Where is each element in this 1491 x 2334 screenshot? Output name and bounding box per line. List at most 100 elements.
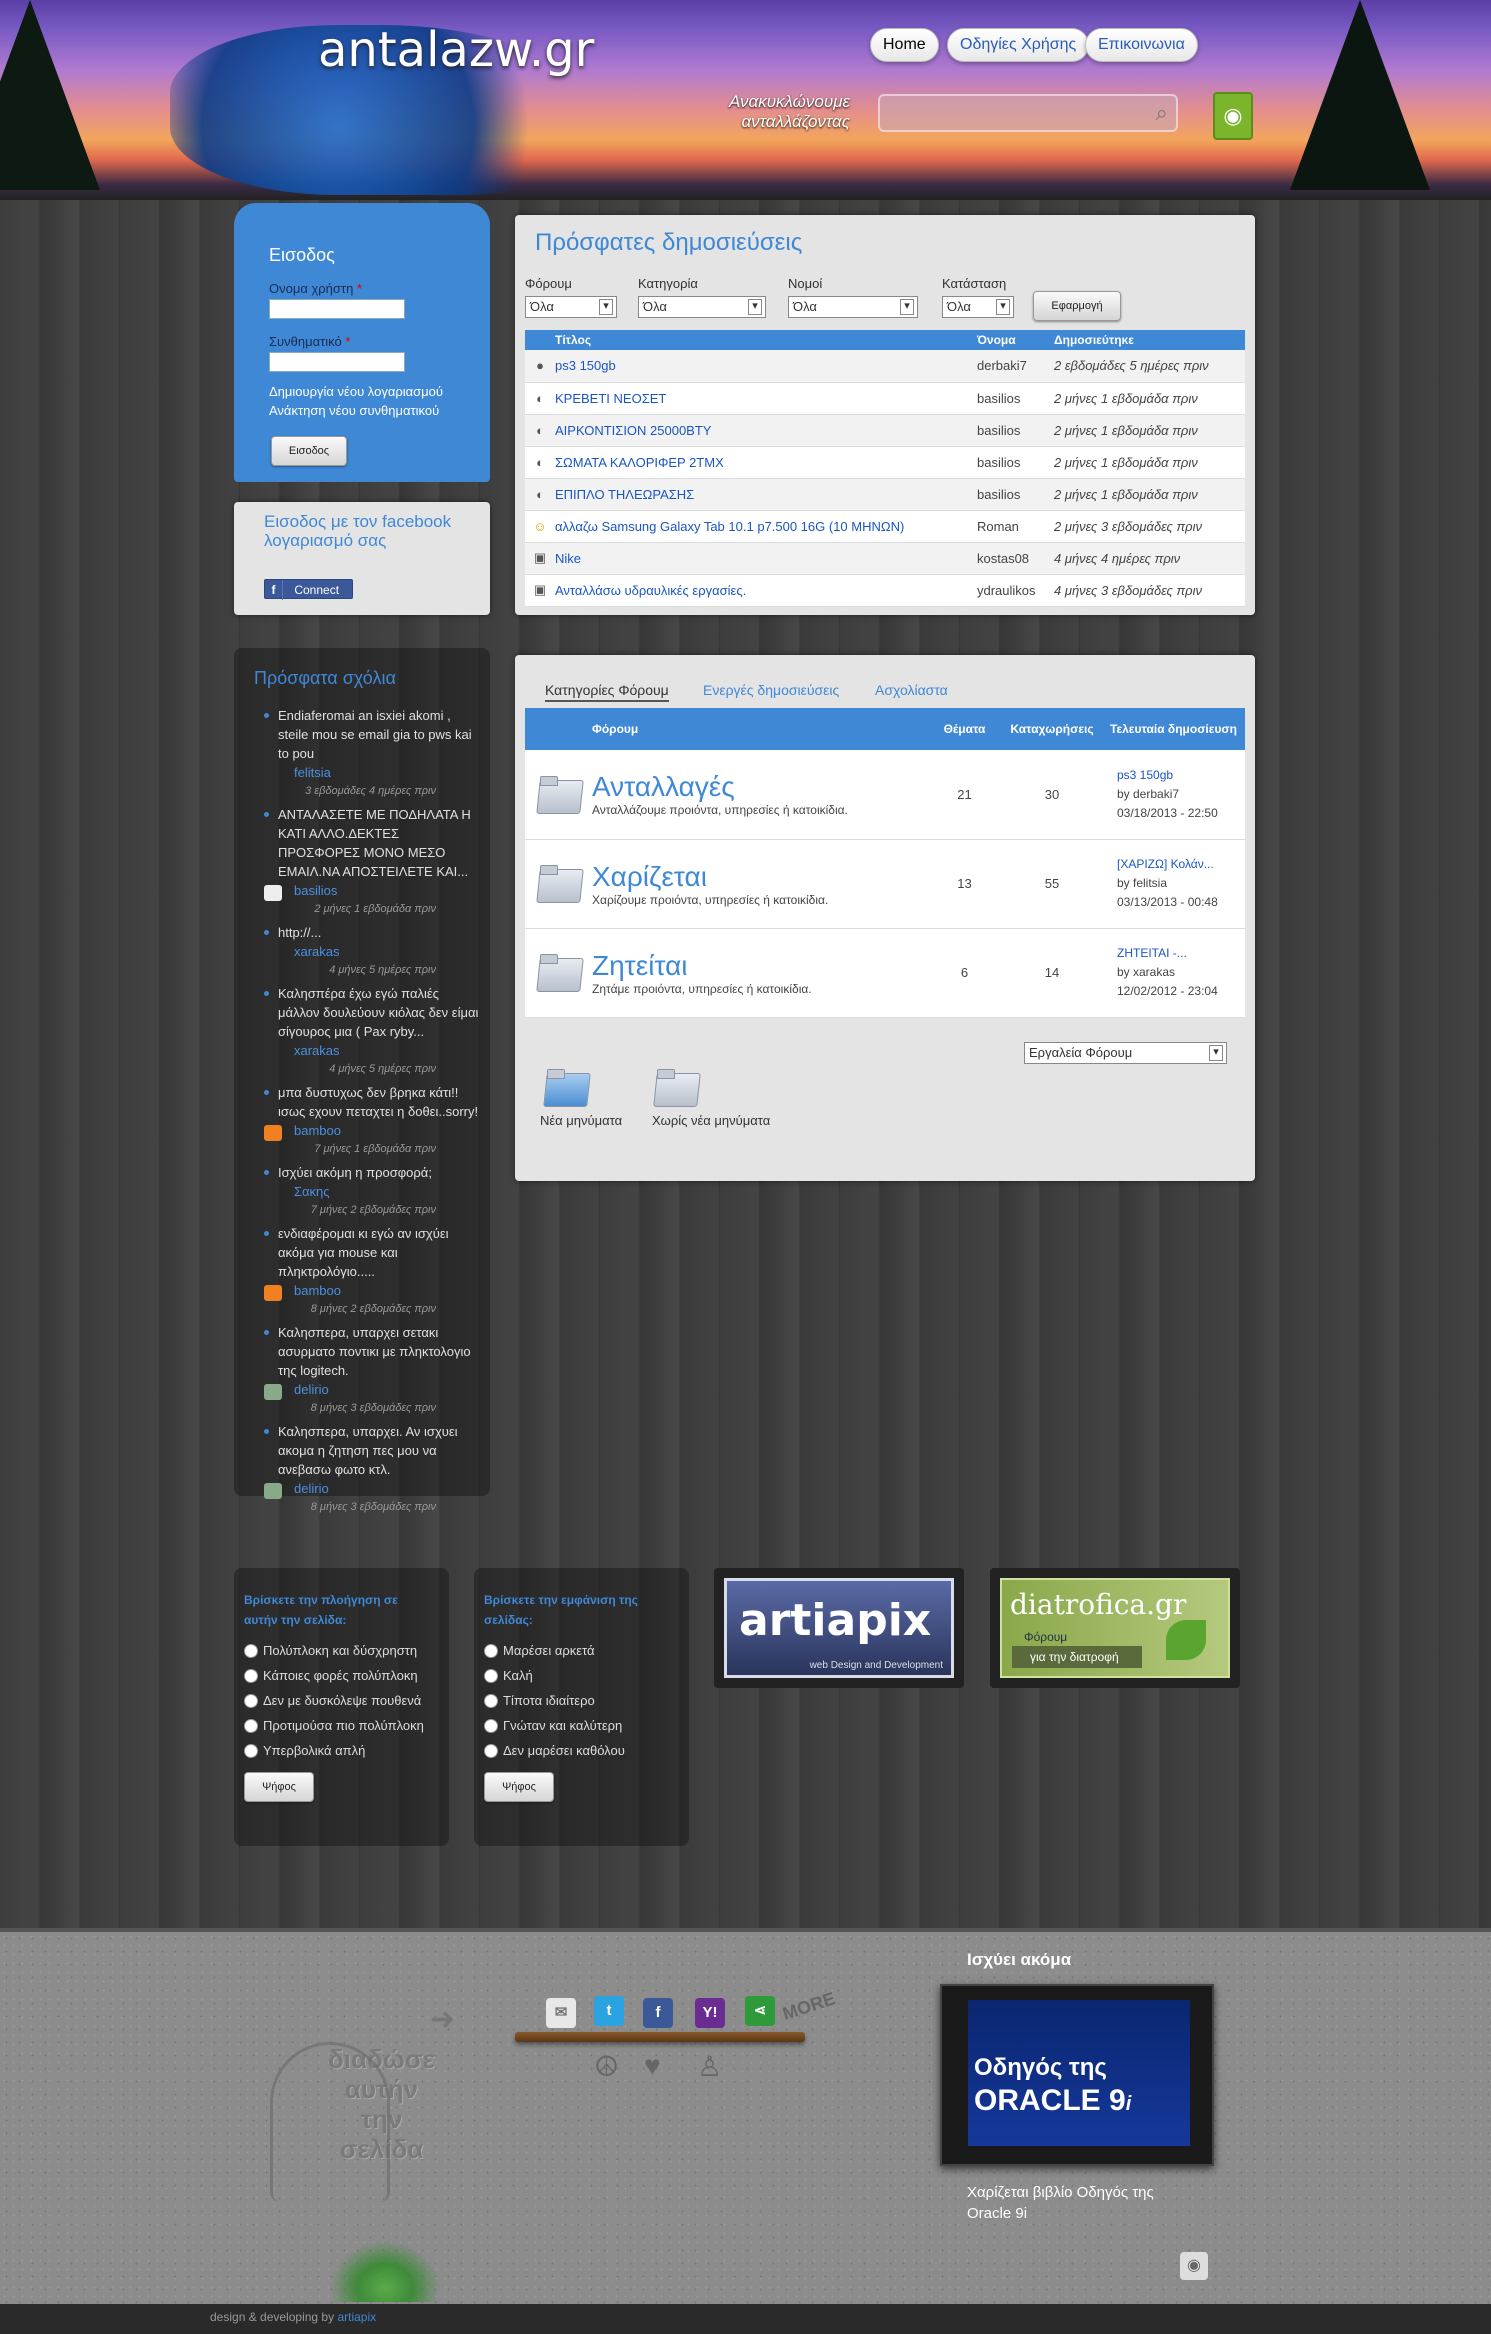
- share-icon[interactable]: ⋖: [745, 1996, 775, 2026]
- nav-guide[interactable]: Οδηγίες Χρήσης: [947, 28, 1090, 62]
- comment-author-name[interactable]: Σακης: [294, 1184, 330, 1199]
- last-post-link[interactable]: [ΧΑΡΙΖΩ] Κολάν...: [1117, 855, 1245, 874]
- post-author[interactable]: basilios: [977, 446, 1054, 479]
- comment-author[interactable]: xarakas: [264, 1043, 480, 1063]
- comment-author-name[interactable]: xarakas: [294, 1043, 340, 1058]
- comment-text[interactable]: Καλησπερα, υπαρχει σετακι ασυρματο ποντι…: [264, 1323, 480, 1380]
- column-last-post[interactable]: Τελευταία δημοσίευση: [1102, 708, 1245, 750]
- poll-option[interactable]: Δεν μαρέσει καθόλου: [484, 1738, 625, 1763]
- post-title-link[interactable]: Ανταλλάσω υδραυλικές εργασίες.: [555, 574, 977, 607]
- email-share-icon[interactable]: ✉: [546, 1998, 576, 2028]
- credits-link[interactable]: artiapix: [337, 2310, 376, 2324]
- featured-frame[interactable]: Οδηγός της ORACLE 9i: [940, 1984, 1214, 2166]
- forum-tools-select[interactable]: Εργαλεία Φόρουμ: [1024, 1042, 1227, 1064]
- search-icon[interactable]: ⌕: [1156, 100, 1168, 126]
- poll-appearance-vote-button[interactable]: Ψήφος: [484, 1772, 554, 1802]
- forum-name-link[interactable]: Ζητείται: [592, 950, 927, 982]
- last-post-link[interactable]: ΖΗΤΕΙΤΑΙ -...: [1117, 944, 1245, 963]
- radio-button[interactable]: [484, 1718, 498, 1733]
- back-to-top-icon[interactable]: ◉: [1180, 2252, 1208, 2280]
- comment-text[interactable]: http://...: [264, 923, 480, 942]
- column-title[interactable]: Τίτλος: [555, 330, 977, 350]
- password-field[interactable]: [269, 352, 405, 372]
- radio-button[interactable]: [244, 1718, 258, 1733]
- site-logo[interactable]: antalazw.gr: [318, 22, 594, 78]
- comment-author[interactable]: bamboo: [264, 1123, 480, 1143]
- tab-forum-categories[interactable]: Κατηγορίες Φόρουμ: [545, 682, 669, 702]
- apply-filters-button[interactable]: Εφαρμογή: [1033, 291, 1121, 321]
- comment-text[interactable]: Καλησπερα, υπαρχει. Αν ισχυει ακομα η ζη…: [264, 1422, 480, 1479]
- comment-author[interactable]: delirio: [264, 1481, 480, 1501]
- radio-button[interactable]: [244, 1743, 258, 1758]
- tab-active-posts[interactable]: Ενεργές δημοσιεύσεις: [703, 682, 839, 698]
- comment-author-name[interactable]: felitsia: [294, 765, 331, 780]
- comment-author[interactable]: Σακης: [264, 1184, 480, 1204]
- poll-navigation-vote-button[interactable]: Ψήφος: [244, 1772, 314, 1802]
- comment-author[interactable]: basilios: [264, 883, 480, 903]
- comment-text[interactable]: ενδιαφέρομαι κι εγώ αν ισχύει ακόμα για …: [264, 1224, 480, 1281]
- comment-text[interactable]: μπα δυστυχως δεν βρηκα κάτι!!ισως εχουν …: [264, 1083, 480, 1121]
- filter-status-select[interactable]: Όλα: [942, 296, 1014, 318]
- post-author[interactable]: basilios: [977, 414, 1054, 447]
- filter-forum-select[interactable]: Όλα: [525, 296, 617, 318]
- filter-prefecture-select[interactable]: Όλα: [788, 296, 918, 318]
- column-posts[interactable]: Καταχωρήσεις: [1002, 708, 1102, 750]
- diatrofica-banner[interactable]: diatrofica.gr Φόρουμ για την διατροφή: [990, 1568, 1240, 1688]
- column-topics[interactable]: Θέματα: [927, 708, 1002, 750]
- comment-author[interactable]: delirio: [264, 1382, 480, 1402]
- forum-name-link[interactable]: Χαρίζεται: [592, 861, 927, 893]
- radio-button[interactable]: [484, 1693, 498, 1708]
- post-author[interactable]: basilios: [977, 382, 1054, 415]
- comment-text[interactable]: ΑΝΤΑΛΑΣΕΤΕ ΜΕ ΠΟΔΗΛΑΤΑ Η ΚΑΤΙ ΑΛΛΟ.ΔΕΚΤΕ…: [264, 805, 480, 881]
- comment-author-name[interactable]: xarakas: [294, 944, 340, 959]
- post-title-link[interactable]: ΕΠΙΠΛΟ ΤΗΛΕΩΡΑΣΗΣ: [555, 478, 977, 511]
- tab-unanswered[interactable]: Ασχολίαστα: [875, 682, 948, 698]
- poll-option[interactable]: Τίποτα ιδιαίτερο: [484, 1688, 625, 1713]
- username-field[interactable]: [269, 299, 405, 319]
- login-button[interactable]: Εισοδος: [271, 436, 347, 466]
- search-input[interactable]: ⌕: [878, 94, 1178, 132]
- post-title-link[interactable]: Nike: [555, 542, 977, 575]
- poll-option[interactable]: Υπερβολικά απλή: [244, 1738, 424, 1763]
- more-share-link[interactable]: MORE: [780, 1988, 838, 2025]
- poll-option[interactable]: Μαρέσει αρκετά: [484, 1638, 625, 1663]
- radio-button[interactable]: [244, 1668, 258, 1683]
- comment-author-name[interactable]: delirio: [294, 1481, 329, 1496]
- column-forum[interactable]: Φόρουμ: [592, 708, 927, 750]
- create-account-link[interactable]: Δημιουργία νέου λογαριασμού: [269, 384, 443, 399]
- post-title-link[interactable]: αλλαζω Samsung Galaxy Tab 10.1 p7.500 16…: [555, 510, 977, 543]
- radio-button[interactable]: [484, 1668, 498, 1683]
- poll-option[interactable]: Πολύπλοκη και δύσχρηστη: [244, 1638, 424, 1663]
- comment-author[interactable]: bamboo: [264, 1283, 480, 1303]
- post-title-link[interactable]: ps3 150gb: [555, 350, 977, 383]
- poll-option[interactable]: Γνώταν και καλύτερη: [484, 1713, 625, 1738]
- comment-author-name[interactable]: bamboo: [294, 1123, 341, 1138]
- column-user[interactable]: Όνομα: [977, 330, 1054, 350]
- artiapix-banner[interactable]: artiapix web Design and Development: [714, 1568, 964, 1688]
- radio-button[interactable]: [244, 1693, 258, 1708]
- nav-home[interactable]: Home: [870, 28, 939, 62]
- facebook-connect-button[interactable]: f Connect: [264, 579, 353, 600]
- featured-caption[interactable]: Χαρίζεται βιβλίο Οδηγός της Oracle 9i: [967, 2182, 1187, 2224]
- reset-password-link[interactable]: Ανάκτηση νέου συνθηματικού: [269, 403, 439, 418]
- column-posted[interactable]: Δημοσιεύτηκε: [1054, 330, 1245, 350]
- comment-text[interactable]: Endiaferomai an isxiei akomi , steile mo…: [264, 706, 480, 763]
- filter-category-select[interactable]: Όλα: [638, 296, 766, 318]
- post-title-link[interactable]: ΑΙΡΚΟΝΤΙΣΙΟΝ 25000BTY: [555, 414, 977, 447]
- post-author[interactable]: derbaki7: [977, 350, 1054, 383]
- post-author[interactable]: Roman: [977, 510, 1054, 543]
- radio-button[interactable]: [484, 1743, 498, 1758]
- poll-option[interactable]: Προτιμούσα πιο πολύπλοκη: [244, 1713, 424, 1738]
- post-author[interactable]: basilios: [977, 478, 1054, 511]
- forum-name-link[interactable]: Ανταλλαγές: [592, 771, 927, 803]
- poll-option[interactable]: Δεν με δυσκόλεψε πουθενά: [244, 1688, 424, 1713]
- facebook-share-icon[interactable]: f: [643, 1998, 673, 2028]
- post-author[interactable]: ydraulikos: [977, 574, 1054, 607]
- comment-author-name[interactable]: basilios: [294, 883, 337, 898]
- yahoo-share-icon[interactable]: Y!: [695, 1998, 725, 2028]
- post-title-link[interactable]: ΣΩΜΑΤΑ ΚΑΛΟΡΙΦΕΡ 2ΤΜΧ: [555, 446, 977, 479]
- radio-button[interactable]: [244, 1643, 258, 1658]
- poll-option[interactable]: Καλή: [484, 1663, 625, 1688]
- last-post-link[interactable]: ps3 150gb: [1117, 766, 1245, 785]
- poll-option[interactable]: Κάποιες φορές πολύπλοκη: [244, 1663, 424, 1688]
